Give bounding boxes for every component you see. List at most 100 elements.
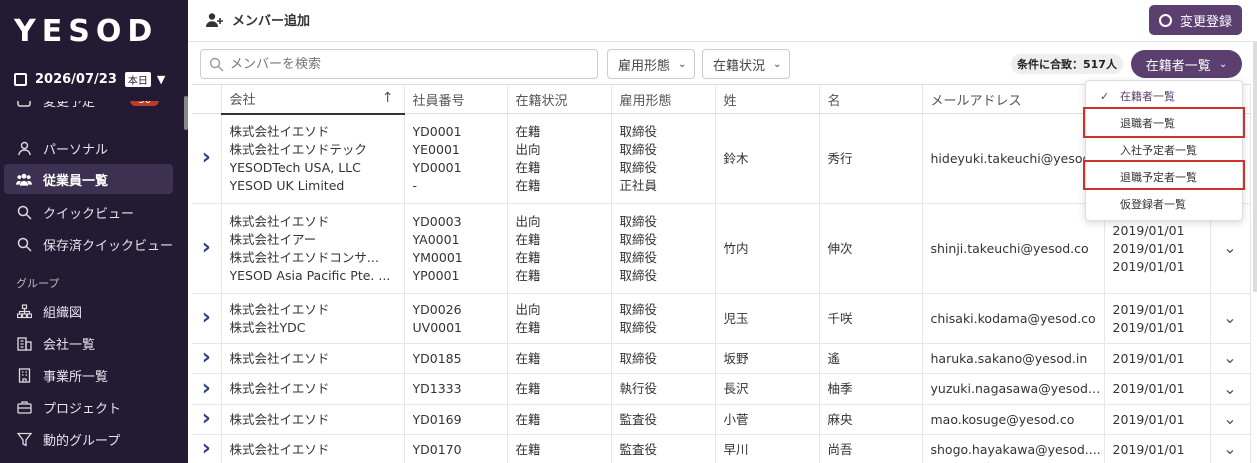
cell-employee-id-line: YP0001 [412, 267, 460, 283]
sidebar-item-companies[interactable]: 会社一覧 [4, 328, 173, 358]
cell-employment-type: 取締役 取締役 取締役 正社員 [611, 113, 716, 204]
row-menu-button[interactable]: ⌄ [1210, 434, 1251, 463]
sidebar-item-label: クイックビュー [43, 206, 135, 222]
cell-last-name: 長沢 [715, 373, 820, 405]
add-member-button[interactable]: メンバー追加 [206, 10, 310, 29]
header-employee-id[interactable]: 社員番号 [404, 84, 508, 114]
sidebar-item-scheduled-changes[interactable]: 変更予定 30 [4, 94, 173, 114]
search-box[interactable] [200, 49, 598, 79]
cell-company: 株式会社イエソド [221, 373, 405, 405]
cell-status-line: 在籍 [515, 411, 541, 427]
sidebar-item-personal[interactable]: パーソナル [4, 133, 173, 163]
expand-row-button[interactable]: › [192, 293, 222, 344]
expand-row-button[interactable]: › [192, 203, 222, 294]
date-selector[interactable]: 2026/07/23 本日 ▼ [14, 72, 165, 87]
table-row[interactable]: › 株式会社イエソド YD0185 在籍 取締役 坂野遙 haruka.sakano@yes… [192, 343, 1251, 374]
expand-row-button[interactable]: › [192, 113, 222, 204]
cell-employment-type: 取締役 取締役 取締役 取締役 [611, 203, 716, 294]
table-row[interactable]: › 株式会社イエソド YD0169 在籍 監査役 小菅 麻央 mao.kosuge@yesod… [192, 404, 1251, 435]
chevron-right-icon: › [201, 375, 211, 401]
sidebar-item-label: 変更予定 [43, 94, 96, 110]
table-row[interactable]: › 株式会社イエソド YD0170 在籍 監査役 早川 尚吾 shogo.hayakawa@y… [192, 434, 1251, 463]
row-menu-button[interactable]: ⌄ [1210, 404, 1251, 435]
header-employment-type[interactable]: 雇用形態 [611, 84, 716, 114]
header-email[interactable]: メールアドレス [922, 84, 1105, 114]
cell-company-line: 株式会社YDC [229, 319, 306, 335]
sidebar-item-dynamic-groups[interactable]: 動的グループ [4, 424, 173, 454]
change-register-label: 変更登録 [1179, 14, 1232, 30]
cell-employee-id-line: - [412, 177, 418, 193]
cell-company-line: YESOD UK Limited [229, 177, 345, 193]
filter-icon [16, 431, 32, 447]
header-status[interactable]: 在籍状況 [507, 84, 612, 114]
sidebar-item-label: 保存済クイックビュー [43, 238, 174, 254]
result-count-badge: 条件に合致：517人 [1011, 54, 1123, 74]
sidebar-item-employees[interactable]: 従業員一覧 [4, 164, 173, 194]
person-icon [16, 140, 32, 156]
cell-company-line: 株式会社イエソドテック [229, 141, 367, 157]
row-menu-button[interactable]: ⌄ [1210, 373, 1251, 405]
expand-row-button[interactable]: › [192, 343, 222, 374]
search-icon [16, 236, 32, 252]
cell-status-line: 在籍 [515, 319, 541, 335]
table-row[interactable]: › 株式会社イエソド YD1333 在籍 執行役 長沢 柚季 yuzuki.nagasawa@… [192, 373, 1251, 405]
cell-employment-type-line: 監査役 [619, 441, 658, 457]
cell-employment-type-line: 正社員 [619, 177, 658, 193]
cell-company: 株式会社イエソド 株式会社イアー 株式会社イエソドコンサ... YESOD Asia … [221, 203, 405, 294]
cell-status: 出向 在籍 [507, 293, 612, 344]
header-first-name[interactable]: 名 [819, 84, 923, 114]
status-filter[interactable]: 在籍状況 ⌄ [702, 49, 791, 79]
list-selector-button[interactable]: 在籍者一覧 ⌄ [1131, 50, 1242, 78]
cell-employee-id-line: UV0001 [412, 319, 463, 335]
cell-company: 株式会社イエソド [221, 404, 405, 435]
cell-employee-id-line: YD0170 [412, 441, 462, 457]
cell-employment-type: 執行役 [611, 373, 716, 405]
header-company[interactable]: 会社 ↑ [221, 84, 405, 115]
cell-employment-type: 取締役 取締役 [611, 293, 716, 344]
sidebar-item-org-chart[interactable]: 組織図 [4, 296, 173, 326]
header-last-name[interactable]: 姓 [715, 84, 820, 114]
chevron-down-icon: ⌄ [1218, 58, 1228, 70]
employment-type-filter[interactable]: 雇用形態 ⌄ [607, 49, 696, 79]
cell-email: hideyuki.takeuchi@yesod [922, 113, 1105, 204]
current-date: 2026/07/23 [35, 72, 117, 87]
cell-first-name: 麻央 [819, 404, 923, 435]
cell-status-line: 在籍 [515, 249, 541, 265]
sidebar-item-offices[interactable]: 事業所一覧 [4, 360, 173, 390]
sidebar-item-quickview[interactable]: クイックビュー [4, 197, 173, 227]
cell-date-line: 2019/01/01 [1112, 350, 1185, 366]
menu-item-provisional[interactable]: 仮登録者一覧 [1086, 191, 1244, 217]
cell-date-line: 2019/01/01 [1112, 240, 1185, 256]
cell-status: 在籍 [507, 434, 612, 463]
cell-company-line: 株式会社イエソド [229, 350, 330, 366]
expand-row-button[interactable]: › [192, 434, 222, 463]
today-badge: 本日 [124, 72, 151, 87]
cell-status: 在籍 [507, 343, 612, 374]
cell-status-line: 在籍 [515, 350, 541, 366]
row-menu-button[interactable]: ⌄ [1210, 293, 1251, 344]
chevron-right-icon: › [201, 406, 211, 431]
change-register-button[interactable]: 変更登録 [1148, 5, 1242, 35]
cell-status-line: 在籍 [515, 381, 541, 396]
cell-email: shinji.takeuchi@yesod.co [922, 203, 1105, 294]
cell-date-line: 2019/01/01 [1112, 301, 1185, 317]
sidebar-item-saved-quickview[interactable]: 保存済クイックビュー [4, 229, 173, 259]
main-scrollbar[interactable] [1253, 42, 1257, 292]
highlight-box-retiring [1083, 160, 1245, 190]
row-menu-button[interactable]: ⌄ [1210, 343, 1251, 374]
cell-last-name: 児玉 [715, 293, 820, 344]
menu-item-active-employees[interactable]: ✓ 在籍者一覧 [1086, 83, 1244, 109]
cell-employment-type-line: 執行役 [619, 381, 658, 396]
cell-company-line: YESODTech USA, LLC [229, 159, 361, 175]
cell-email: chisaki.kodama@yesod.co [922, 293, 1105, 344]
cell-company-line: 株式会社イエソド [229, 123, 330, 139]
table-row[interactable]: › 株式会社イエソド 株式会社YDC YD0026 UV0001 出向 在籍 取締役 取締役 児玉… [192, 293, 1251, 344]
expand-row-button[interactable]: › [192, 373, 222, 405]
people-icon [16, 171, 32, 187]
search-input[interactable] [230, 56, 590, 72]
cell-employment-type: 監査役 [611, 434, 716, 463]
sidebar-item-projects[interactable]: プロジェクト [4, 392, 173, 422]
cell-employee-id-line: YD1333 [412, 381, 462, 396]
cell-first-name: 遙 [819, 343, 923, 374]
expand-row-button[interactable]: › [192, 404, 222, 435]
